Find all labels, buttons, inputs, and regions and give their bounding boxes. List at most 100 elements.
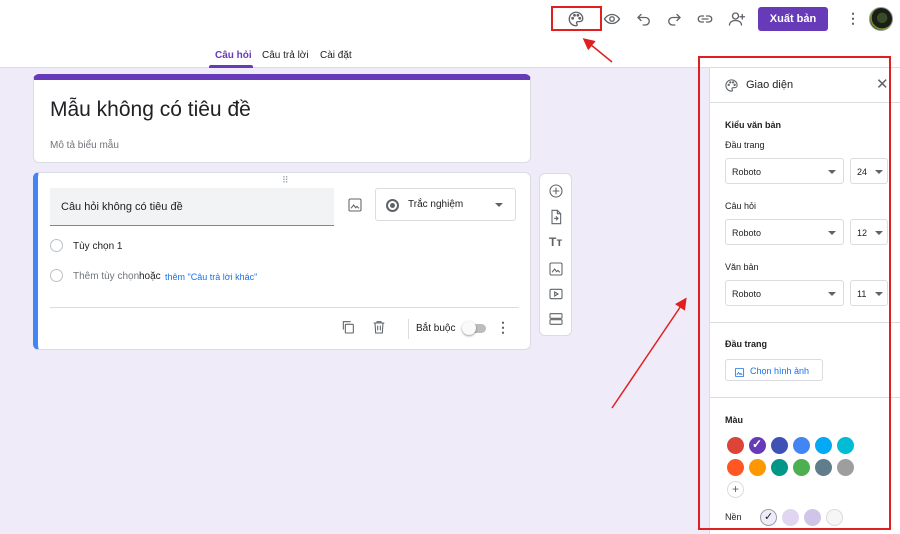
background-swatch[interactable] bbox=[804, 509, 821, 526]
color-swatch[interactable] bbox=[815, 437, 832, 454]
theme-panel: Giao diện ✕ Kiểu văn bản Đầu trang Robot… bbox=[709, 68, 900, 534]
top-bar: Xuất bản ⋮ Câu hỏi Câu trả lời Cài đặt bbox=[0, 0, 900, 68]
add-other-link[interactable]: thêm "Câu trả lời khác" bbox=[165, 272, 257, 282]
header-image-heading: Đầu trang bbox=[725, 339, 768, 349]
color-swatch[interactable] bbox=[793, 437, 810, 454]
color-swatch[interactable] bbox=[771, 437, 788, 454]
option-radio bbox=[50, 239, 63, 252]
add-color-icon[interactable]: + bbox=[727, 481, 744, 498]
add-video-icon[interactable] bbox=[548, 286, 564, 302]
chevron-down-icon bbox=[875, 231, 883, 235]
panel-divider bbox=[710, 397, 900, 398]
color-swatch[interactable] bbox=[727, 437, 744, 454]
text-font-value: Roboto bbox=[732, 289, 762, 299]
add-question-icon[interactable] bbox=[548, 183, 564, 199]
footer-separator bbox=[408, 319, 409, 339]
tab-bar: Câu hỏi Câu trả lời Cài đặt bbox=[0, 44, 600, 68]
text-size-value: 11 bbox=[857, 289, 867, 299]
color-swatch[interactable] bbox=[749, 437, 766, 454]
background-swatch[interactable] bbox=[760, 509, 777, 526]
choose-image-label: Chọn hình ảnh bbox=[750, 366, 810, 376]
delete-icon[interactable] bbox=[371, 319, 387, 335]
question-font-value: Roboto bbox=[732, 228, 762, 238]
color-swatch[interactable] bbox=[815, 459, 832, 476]
text-font-label: Văn bản bbox=[725, 262, 759, 272]
palette-icon[interactable] bbox=[565, 8, 587, 30]
add-image-icon[interactable] bbox=[548, 261, 564, 277]
form-description[interactable]: Mô tả biểu mẫu bbox=[50, 140, 119, 151]
chevron-down-icon bbox=[495, 203, 503, 207]
form-title[interactable]: Mẫu không có tiêu đề bbox=[50, 98, 251, 122]
question-type-select[interactable]: Trắc nghiệm bbox=[375, 188, 516, 221]
background-label: Nền bbox=[725, 512, 742, 522]
panel-divider bbox=[710, 322, 900, 323]
form-title-card: Mẫu không có tiêu đề Mô tả biểu mẫu bbox=[33, 74, 531, 163]
option-1-label[interactable]: Tùy chọn 1 bbox=[73, 241, 122, 252]
color-swatch[interactable] bbox=[837, 437, 854, 454]
add-option-link[interactable]: Thêm tùy chọn bbox=[73, 271, 139, 282]
add-section-icon[interactable] bbox=[548, 311, 564, 327]
drag-handle-icon[interactable]: ⠿ bbox=[282, 175, 290, 186]
color-swatch[interactable] bbox=[771, 459, 788, 476]
question-footer-divider bbox=[50, 307, 519, 308]
add-image-icon[interactable] bbox=[347, 197, 363, 213]
image-icon bbox=[734, 365, 745, 378]
import-questions-icon[interactable] bbox=[548, 209, 564, 225]
arrow-to-panel bbox=[611, 297, 687, 409]
choose-image-button[interactable]: Chọn hình ảnh bbox=[725, 359, 823, 381]
question-title-input[interactable]: Câu hỏi không có tiêu đề bbox=[50, 188, 334, 226]
color-heading: Màu bbox=[725, 415, 743, 425]
header-size-select[interactable]: 24 bbox=[850, 158, 888, 184]
header-font-value: Roboto bbox=[732, 167, 762, 177]
tab-responses[interactable]: Câu trả lời bbox=[262, 50, 309, 61]
question-font-label: Câu hỏi bbox=[725, 201, 757, 211]
chevron-down-icon bbox=[875, 170, 883, 174]
question-font-select[interactable]: Roboto bbox=[725, 219, 844, 245]
add-option-radio bbox=[50, 269, 63, 282]
preview-eye-icon[interactable] bbox=[601, 8, 623, 30]
more-vert-icon[interactable]: ⋮ bbox=[846, 11, 860, 25]
text-style-heading: Kiểu văn bản bbox=[725, 120, 782, 130]
question-size-select[interactable]: 12 bbox=[850, 219, 888, 245]
chevron-down-icon bbox=[828, 231, 836, 235]
floating-toolbar: Tт bbox=[539, 173, 572, 336]
add-collaborator-icon[interactable] bbox=[726, 8, 748, 30]
background-swatch[interactable] bbox=[782, 509, 799, 526]
avatar[interactable] bbox=[869, 7, 893, 31]
tab-questions[interactable]: Câu hỏi bbox=[215, 50, 252, 61]
header-size-value: 24 bbox=[857, 167, 868, 177]
required-label: Bắt buộc bbox=[416, 323, 456, 334]
tab-settings[interactable]: Cài đặt bbox=[320, 50, 352, 61]
question-type-label: Trắc nghiệm bbox=[408, 199, 464, 210]
color-swatch[interactable] bbox=[749, 459, 766, 476]
question-card[interactable]: ⠿ Câu hỏi không có tiêu đề Trắc nghiệm T… bbox=[33, 172, 531, 350]
or-text: hoặc bbox=[139, 271, 161, 282]
theme-panel-header: Giao diện ✕ bbox=[710, 68, 900, 103]
color-swatch[interactable] bbox=[727, 459, 744, 476]
question-title-text: Câu hỏi không có tiêu đề bbox=[61, 201, 183, 213]
redo-icon[interactable] bbox=[663, 8, 685, 30]
radio-button-icon bbox=[386, 199, 399, 212]
chevron-down-icon bbox=[875, 292, 883, 296]
required-toggle[interactable] bbox=[462, 321, 486, 335]
question-more-icon[interactable]: ⋮ bbox=[496, 320, 510, 334]
chevron-down-icon bbox=[828, 292, 836, 296]
panel-title: Giao diện bbox=[746, 79, 794, 91]
publish-button[interactable]: Xuất bản bbox=[758, 7, 828, 31]
active-tab-indicator bbox=[209, 65, 253, 68]
color-swatch[interactable] bbox=[793, 459, 810, 476]
text-font-select[interactable]: Roboto bbox=[725, 280, 844, 306]
background-swatch[interactable] bbox=[826, 509, 843, 526]
add-title-icon[interactable]: Tт bbox=[549, 235, 562, 249]
chevron-down-icon bbox=[828, 170, 836, 174]
duplicate-icon[interactable] bbox=[340, 319, 356, 335]
close-icon[interactable]: ✕ bbox=[876, 77, 889, 92]
link-icon[interactable] bbox=[694, 8, 716, 30]
question-size-value: 12 bbox=[857, 228, 868, 238]
header-font-label: Đầu trang bbox=[725, 140, 765, 150]
undo-icon[interactable] bbox=[633, 8, 655, 30]
text-size-select[interactable]: 11 bbox=[850, 280, 888, 306]
color-swatch[interactable] bbox=[837, 459, 854, 476]
header-font-select[interactable]: Roboto bbox=[725, 158, 844, 184]
palette-icon bbox=[724, 78, 739, 93]
